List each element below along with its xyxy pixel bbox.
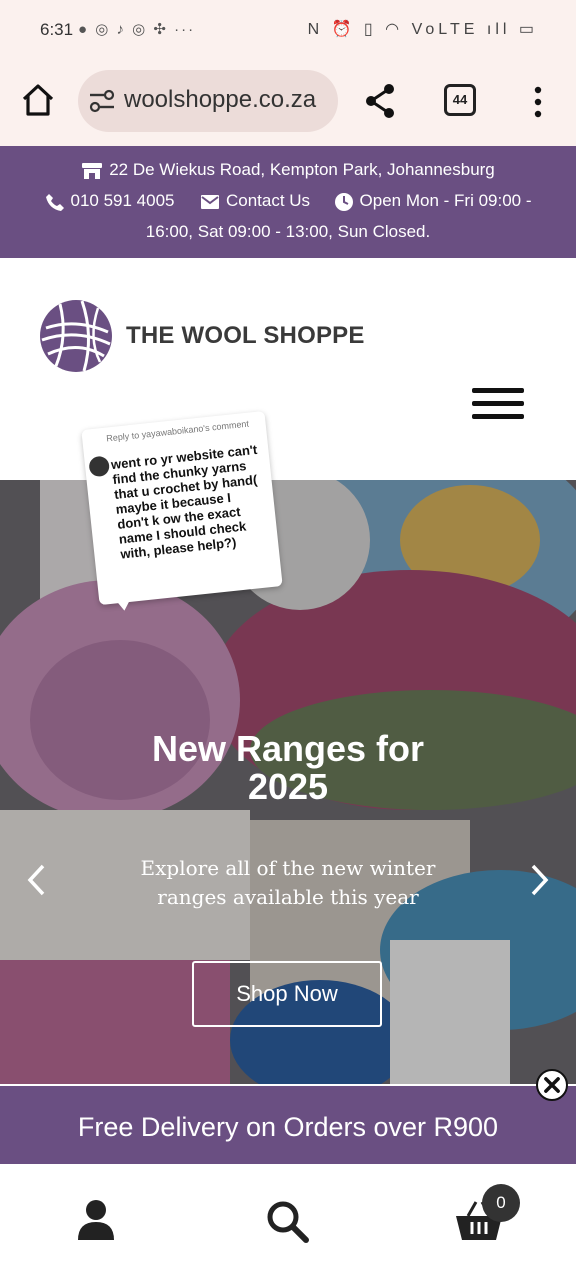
contact-us-link[interactable]: Contact Us <box>226 191 310 210</box>
info-topbar: 22 De Wiekus Road, Kempton Park, Johanne… <box>0 146 576 258</box>
address-line: 22 De Wiekus Road, Kempton Park, Johanne… <box>0 160 576 180</box>
logo-yarn-ball[interactable] <box>38 298 114 374</box>
notification-icons: ● ◎ ♪ ◎ ✣ ··· <box>78 21 196 38</box>
hero-title: New Ranges for 2025 <box>0 730 576 806</box>
comment-text: went ro yr website can't find the chunky… <box>110 441 258 562</box>
hero-slider: New Ranges for 2025 Explore all of the n… <box>0 480 576 1084</box>
menu-icon[interactable] <box>472 388 524 420</box>
avatar <box>88 455 111 478</box>
hero-title-line-1: New Ranges for <box>151 728 425 769</box>
mail-icon <box>200 194 219 209</box>
address-bar[interactable]: woolshoppe.co.za <box>78 70 338 132</box>
site-settings-icon[interactable] <box>88 89 116 113</box>
system-status-icons: N ⏰ ▯ ◠ VoLTE ıll ▭ <box>307 21 538 38</box>
free-delivery-banner: Free Delivery on Orders over R900 <box>0 1086 576 1164</box>
user-icon[interactable] <box>74 1198 118 1242</box>
status-time: 6:31 <box>40 20 74 39</box>
share-icon[interactable] <box>362 82 398 120</box>
store-icon <box>82 162 103 179</box>
hours-text-2: 16:00, Sat 09:00 - 13:00, Sun Closed. <box>145 222 431 241</box>
phone-icon <box>45 193 64 211</box>
tabs-icon[interactable]: 44 <box>444 84 476 116</box>
hero-title-line-2: 2025 <box>247 766 329 807</box>
reply-comment-sticker: Reply to yayawaboikano's comment went ro… <box>81 410 283 612</box>
hero-subtitle-line-1: Explore all of the new winter <box>140 856 436 880</box>
clock-icon <box>334 192 353 211</box>
hero-subtitle-line-2: ranges available this year <box>157 885 419 909</box>
phone-link[interactable]: 010 591 4005 <box>71 191 175 210</box>
search-icon[interactable] <box>264 1198 310 1244</box>
hours-text-1: Open Mon - Fri 09:00 - <box>359 191 532 210</box>
shop-now-button[interactable]: Shop Now <box>192 961 382 1027</box>
more-vert-icon[interactable] <box>528 82 548 122</box>
cart-count-badge: 0 <box>482 1184 520 1222</box>
browser-toolbar: woolshoppe.co.za 44 <box>0 60 576 146</box>
logo-text[interactable]: THE WOOL SHOPPE <box>126 322 365 350</box>
status-bar: 6:31 ● ◎ ♪ ◎ ✣ ··· N ⏰ ▯ ◠ VoLTE ıll ▭ <box>0 0 576 60</box>
hours-line: 16:00, Sat 09:00 - 13:00, Sun Closed. <box>0 222 576 242</box>
contact-line: 010 591 4005 Contact Us Open Mon - Fri 0… <box>0 191 576 212</box>
bottom-navigation: 0 <box>0 1164 576 1272</box>
chevron-left-icon[interactable] <box>24 862 48 898</box>
close-icon[interactable] <box>536 1069 568 1101</box>
hero-subtitle: Explore all of the new winter ranges ava… <box>0 854 576 912</box>
url-text: woolshoppe.co.za <box>124 86 317 113</box>
address-text: 22 De Wiekus Road, Kempton Park, Johanne… <box>109 160 495 179</box>
chevron-right-icon[interactable] <box>528 862 552 898</box>
comment-tail <box>115 597 133 612</box>
home-icon[interactable] <box>18 80 58 120</box>
